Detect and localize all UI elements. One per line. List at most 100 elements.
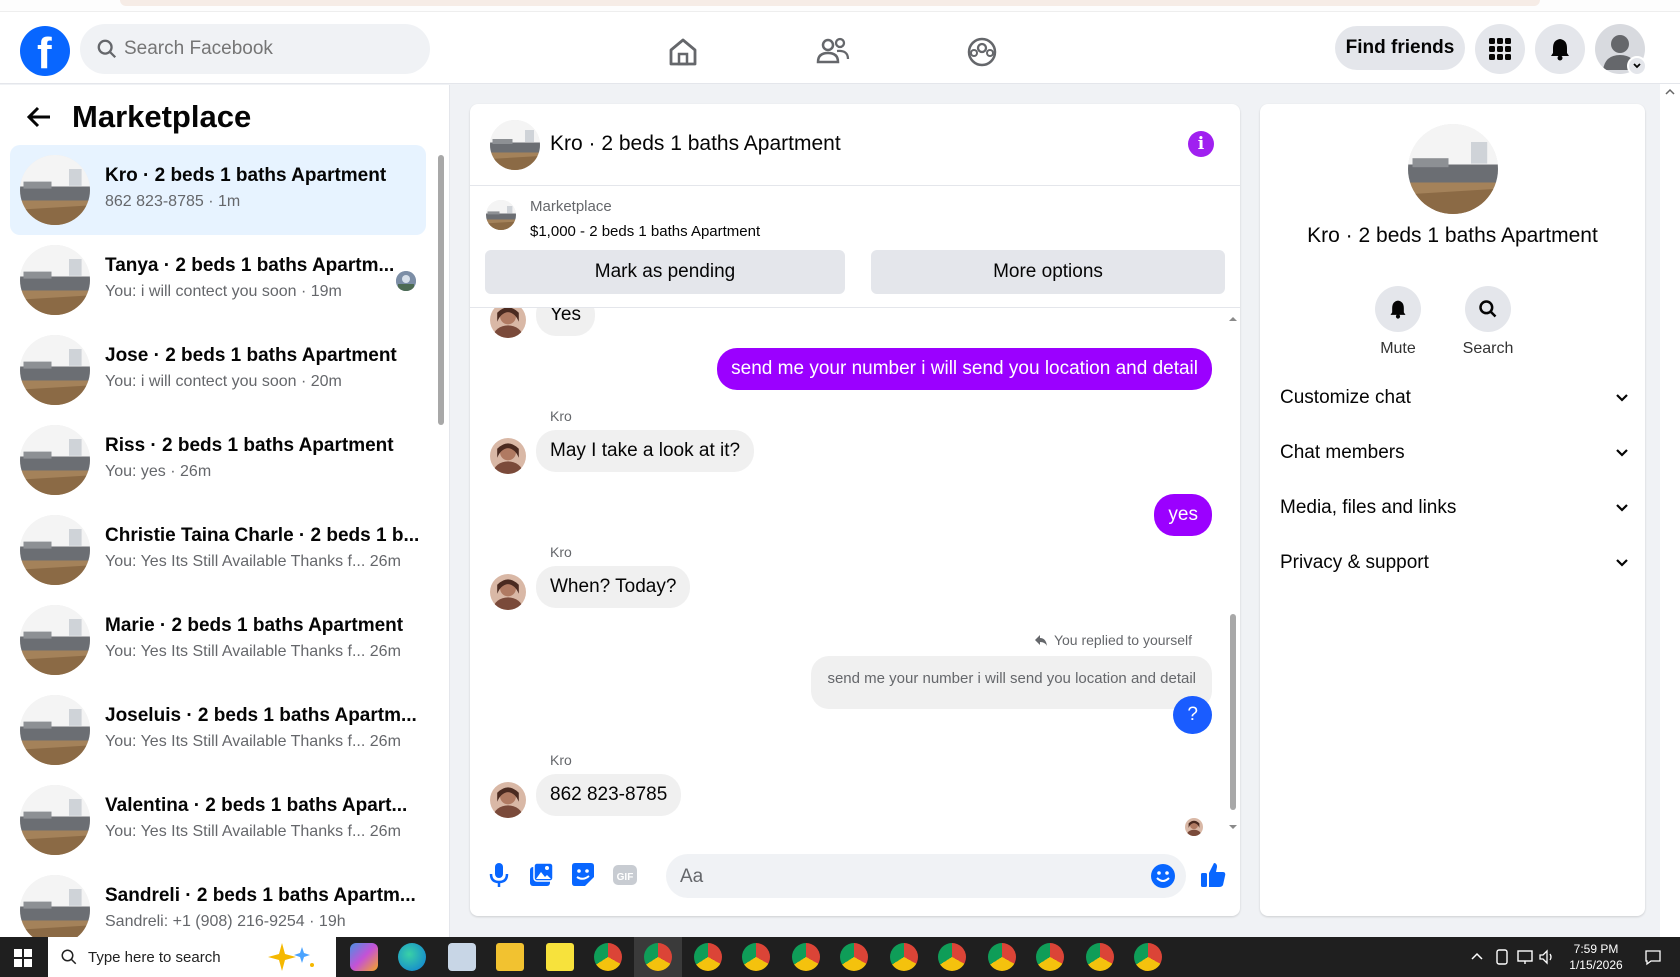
- sticky-notes-icon[interactable]: [546, 943, 574, 971]
- back-arrow-icon[interactable]: [26, 104, 52, 130]
- sender-name: Kro: [550, 408, 572, 424]
- chrome-icon[interactable]: [792, 943, 820, 971]
- taskbar-search[interactable]: Type here to search: [48, 937, 336, 977]
- search-icon: [97, 39, 117, 59]
- avatar: [490, 438, 526, 474]
- listing-photo: [1408, 124, 1498, 214]
- friends-icon[interactable]: [813, 32, 853, 72]
- message-input[interactable]: Aa: [666, 854, 1186, 898]
- chevron-down-icon: [1616, 394, 1628, 402]
- reply-indicator: You replied to yourself: [1034, 632, 1192, 648]
- chrome-icon[interactable]: [840, 943, 868, 971]
- conversation-item[interactable]: Riss · 2 beds 1 baths Apartment You: yes…: [10, 415, 426, 505]
- notifications-button[interactable]: [1535, 24, 1585, 74]
- chrome-icon[interactable]: [694, 943, 722, 971]
- listing-thumbnail: [486, 200, 516, 230]
- chrome-icon[interactable]: [890, 943, 918, 971]
- chevron-down-icon: [1616, 559, 1628, 567]
- chevron-down-icon: [1633, 63, 1641, 69]
- chrome-icon[interactable]: [1036, 943, 1064, 971]
- network-icon[interactable]: [1516, 948, 1534, 966]
- chrome-icon[interactable]: [1086, 943, 1114, 971]
- groups-icon[interactable]: [962, 32, 1002, 72]
- chrome-icon[interactable]: [1134, 943, 1162, 971]
- home-icon[interactable]: [663, 32, 703, 72]
- search-box[interactable]: [80, 24, 430, 74]
- find-friends-button[interactable]: Find friends: [1335, 26, 1465, 70]
- page-scrollbar[interactable]: [1660, 84, 1680, 937]
- copilot-icon[interactable]: [350, 943, 378, 971]
- conversation-name: Jose · 2 beds 1 baths Apartment: [105, 345, 397, 366]
- photo-icon[interactable]: [526, 860, 556, 890]
- like-icon[interactable]: [1198, 860, 1228, 890]
- message-bubble: Yes: [536, 308, 595, 336]
- conversation-item[interactable]: Valentina · 2 beds 1 baths Apart... You:…: [10, 775, 426, 865]
- conversation-item[interactable]: Tanya · 2 beds 1 baths Apartm... You: i …: [10, 235, 426, 325]
- conversation-item[interactable]: Joseluis · 2 beds 1 baths Apartm... You:…: [10, 685, 426, 775]
- chat-title[interactable]: Kro · 2 beds 1 baths Apartment: [550, 132, 841, 156]
- menu-button[interactable]: [1475, 24, 1525, 74]
- chevron-down-icon: [1616, 449, 1628, 457]
- conversation-item[interactable]: Kro · 2 beds 1 baths Apartment 862 823-8…: [10, 145, 426, 235]
- svg-text:GIF: GIF: [617, 872, 634, 883]
- read-receipt-avatar: [1185, 818, 1203, 836]
- conversation-item[interactable]: Marie · 2 beds 1 baths Apartment You: Ye…: [10, 595, 426, 685]
- scroll-up-icon: [1665, 88, 1675, 95]
- chevron-down-icon: [1616, 504, 1628, 512]
- info-icon[interactable]: i: [1188, 131, 1214, 157]
- message-bubble: yes: [1154, 494, 1212, 536]
- customize-chat-row[interactable]: Customize chat: [1280, 378, 1630, 418]
- search-input[interactable]: [124, 24, 414, 74]
- taskbar-clock[interactable]: 7:59 PM 1/15/2026: [1556, 941, 1636, 973]
- chrome-icon[interactable]: [594, 943, 622, 971]
- file-explorer-icon[interactable]: [496, 943, 524, 971]
- message-thread: Yes send me your number i will send you …: [470, 308, 1240, 838]
- chrome-icon[interactable]: [988, 943, 1016, 971]
- message-bubble: May I take a look at it?: [536, 430, 755, 472]
- facebook-logo[interactable]: f: [20, 26, 70, 78]
- emoji-icon[interactable]: [1150, 863, 1176, 889]
- search-icon: [61, 949, 77, 965]
- search-in-chat-button[interactable]: Search: [1448, 286, 1528, 358]
- message-bubble: ?: [1173, 696, 1212, 734]
- conversation-item[interactable]: Jose · 2 beds 1 baths Apartment You: i w…: [10, 325, 426, 415]
- chrome-icon[interactable]: [742, 943, 770, 971]
- windows-start-icon[interactable]: [14, 949, 32, 967]
- app-icon[interactable]: [448, 943, 476, 971]
- listing-thumbnail: [20, 335, 90, 405]
- quoted-message[interactable]: send me your number i will send you loca…: [811, 656, 1212, 709]
- mute-button[interactable]: Mute: [1358, 286, 1438, 358]
- media-files-links-row[interactable]: Media, files and links: [1280, 488, 1630, 528]
- chat-scrollbar[interactable]: [1226, 314, 1240, 834]
- listing-price[interactable]: $1,000 - 2 beds 1 baths Apartment: [530, 223, 760, 240]
- conversation-name: Tanya · 2 beds 1 baths Apartm...: [105, 255, 395, 276]
- account-chevron[interactable]: [1627, 56, 1647, 76]
- tray-chevron-up-icon[interactable]: [1470, 950, 1484, 964]
- sticker-icon[interactable]: [568, 860, 598, 890]
- conversation-preview: You: i will contect you soon · 20m: [105, 373, 342, 390]
- chrome-icon[interactable]: [644, 943, 672, 971]
- conversation-scrollbar[interactable]: [436, 145, 446, 935]
- details-title: Kro · 2 beds 1 baths Apartment: [1307, 224, 1598, 247]
- message-bubble: 862 823-8785: [536, 774, 682, 816]
- page-title: Marketplace: [72, 99, 252, 134]
- conversation-preview: You: Yes Its Still Available Thanks f...…: [105, 553, 401, 570]
- more-options-button[interactable]: More options: [871, 250, 1225, 294]
- search-icon: [1479, 300, 1497, 318]
- chat-members-row[interactable]: Chat members: [1280, 433, 1630, 473]
- browser-strip: [0, 0, 1680, 12]
- device-icon[interactable]: [1494, 948, 1510, 966]
- edge-icon[interactable]: [398, 943, 426, 971]
- avatar: [490, 308, 526, 338]
- privacy-support-row[interactable]: Privacy & support: [1280, 543, 1630, 583]
- conversation-item[interactable]: Christie Taina Charle · 2 beds 1 b... Yo…: [10, 505, 426, 595]
- mark-pending-button[interactable]: Mark as pending: [485, 250, 845, 294]
- grid-menu-icon: [1489, 38, 1511, 60]
- volume-icon[interactable]: [1538, 948, 1556, 966]
- gif-icon[interactable]: GIF: [610, 860, 640, 890]
- conversation-name: Marie · 2 beds 1 baths Apartment: [105, 615, 404, 636]
- chrome-icon[interactable]: [938, 943, 966, 971]
- conversation-preview: You: Yes Its Still Available Thanks f...…: [105, 733, 401, 750]
- notification-center-icon[interactable]: [1644, 948, 1662, 966]
- microphone-icon[interactable]: [484, 860, 514, 890]
